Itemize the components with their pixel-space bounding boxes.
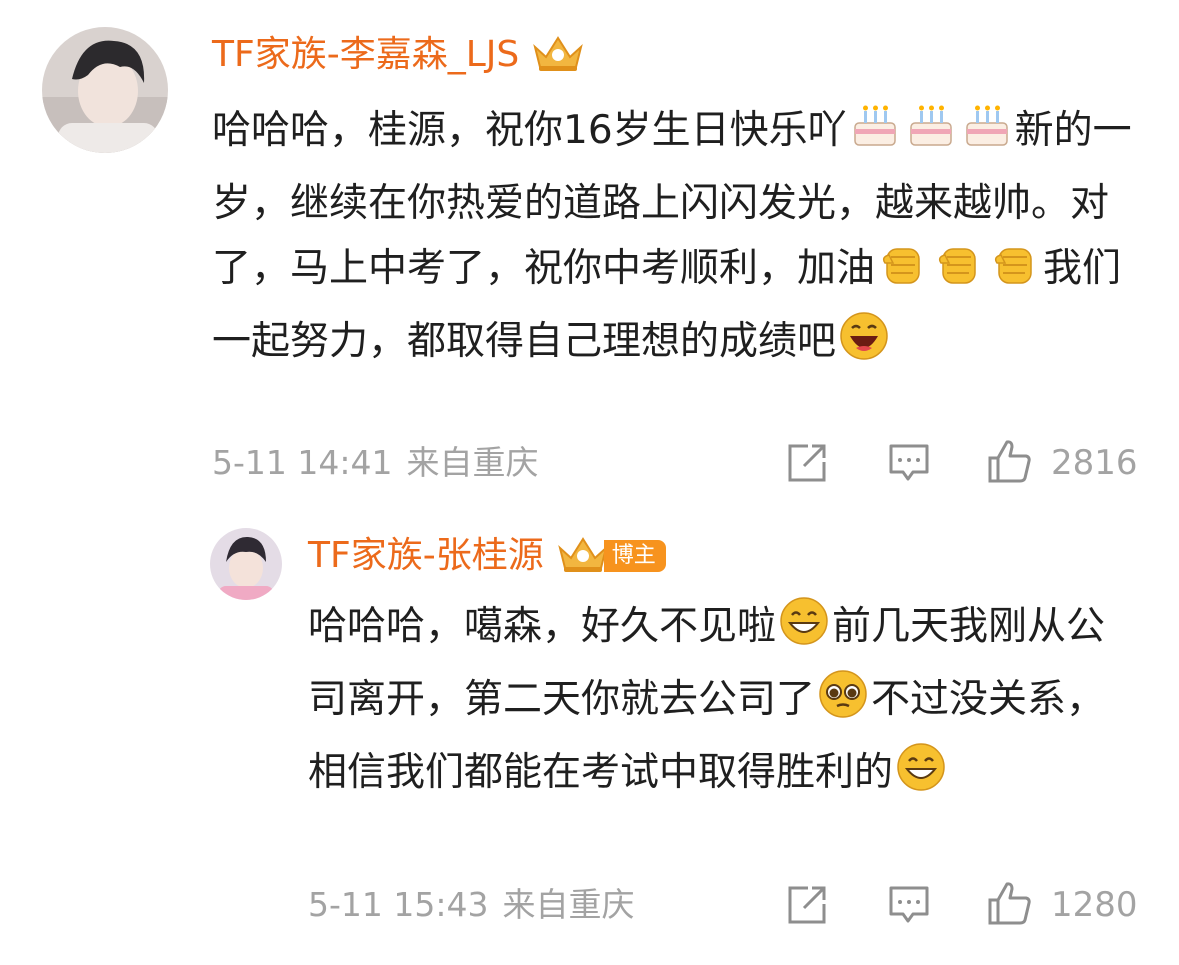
cake-icon	[961, 99, 1013, 171]
comment-item: TF家族-李嘉森_LJS 哈哈哈，桂源，祝你16岁生日快乐吖 新的一岁，继续在你热…	[0, 0, 1179, 500]
fist-icon	[933, 237, 985, 309]
avatar[interactable]	[42, 27, 168, 153]
comment-text: 哈哈哈，噶森，好久不见啦 前几天我刚从公司离开，第二天你就去公司了 不过没关系，相信…	[308, 594, 1138, 813]
share-button[interactable]	[786, 884, 828, 930]
comment-meta: 5-11 14:41 来自重庆	[212, 443, 539, 483]
avatar[interactable]	[210, 528, 282, 600]
share-icon	[786, 884, 828, 930]
fist-icon	[877, 237, 929, 309]
share-icon	[786, 442, 828, 488]
pleading-face-icon	[817, 668, 869, 740]
comment-text-part: 哈哈哈，桂源，祝你16岁生日快乐吖	[212, 108, 847, 153]
comment-location: 来自重庆	[406, 443, 539, 482]
comment-date: 5-11 14:41	[212, 443, 393, 482]
comment-location: 来自重庆	[502, 885, 635, 924]
cake-icon	[849, 99, 901, 171]
comment-icon	[888, 884, 930, 930]
fist-icon	[989, 237, 1041, 309]
comment-text-part: 哈哈哈，噶森，好久不见啦	[308, 604, 777, 649]
username[interactable]: TF家族-李嘉森_LJS	[212, 33, 519, 77]
like-button[interactable]: 1280	[987, 880, 1138, 930]
grinning-face-icon	[778, 595, 830, 667]
comment-meta: 5-11 15:43 来自重庆	[308, 885, 635, 925]
comment-text: 哈哈哈，桂源，祝你16岁生日快乐吖 新的一岁，继续在你热爱的道路上闪闪发光，越来越…	[212, 98, 1142, 382]
thumbs-up-icon	[987, 438, 1033, 488]
comment-icon	[888, 442, 930, 488]
laughing-face-icon	[838, 310, 890, 382]
crown-icon	[531, 33, 585, 77]
crown-icon	[556, 534, 610, 578]
share-button[interactable]	[786, 442, 828, 488]
comment-date: 5-11 15:43	[308, 885, 489, 924]
reply-item: TF家族-张桂源 博主 哈哈哈，噶森，好久不见啦 前几天我刚从公司离开，第二天你就…	[0, 500, 1179, 965]
author-badge: 博主	[603, 540, 666, 572]
like-button[interactable]: 2816	[987, 438, 1138, 488]
cake-icon	[905, 99, 957, 171]
comment-button[interactable]	[888, 884, 930, 930]
grinning-face-icon	[895, 741, 947, 813]
thumbs-up-icon	[987, 880, 1033, 930]
username[interactable]: TF家族-张桂源	[308, 534, 544, 578]
comment-button[interactable]	[888, 442, 930, 488]
like-count: 2816	[1051, 443, 1138, 483]
like-count: 1280	[1051, 885, 1138, 925]
